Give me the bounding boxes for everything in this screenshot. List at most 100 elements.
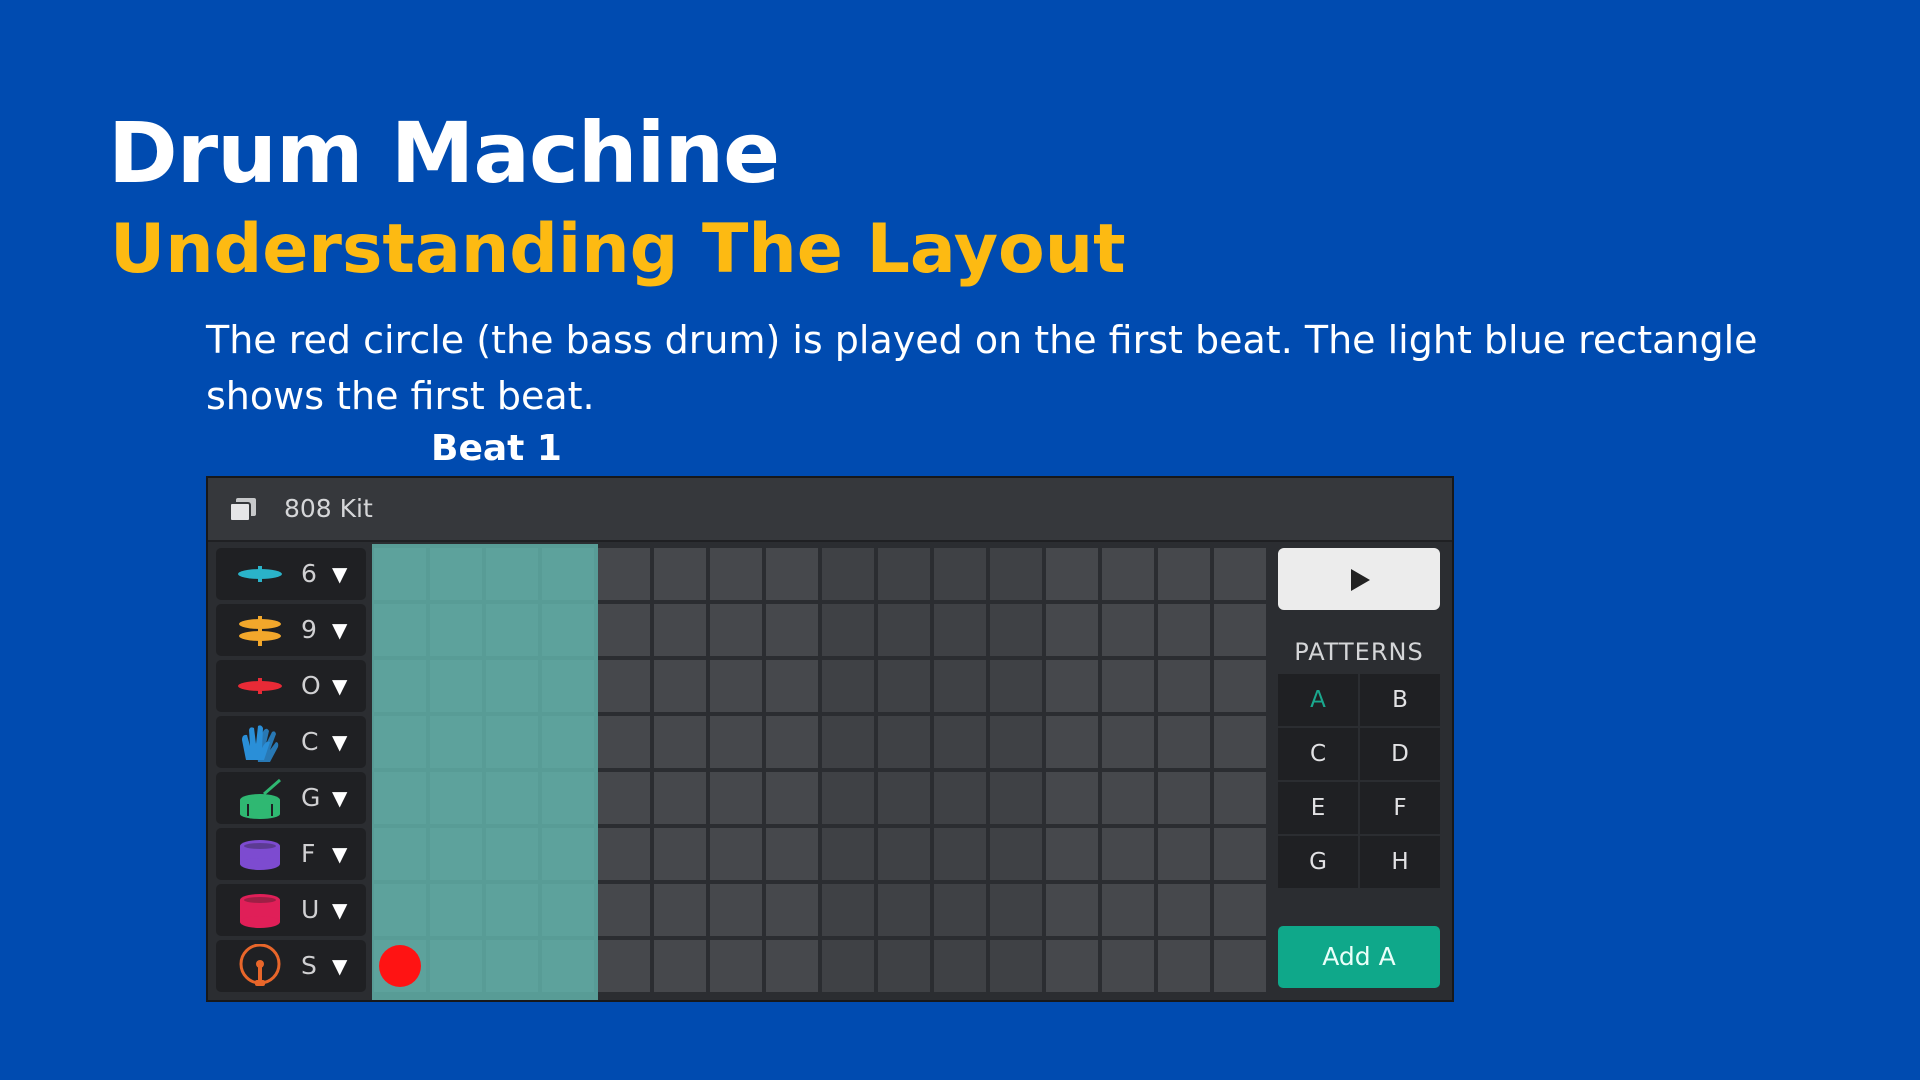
instrument-row-6[interactable]: 6 ▼ bbox=[216, 548, 366, 600]
step-cell[interactable] bbox=[822, 772, 874, 824]
pattern-b-button[interactable]: B bbox=[1360, 674, 1440, 726]
step-cell[interactable] bbox=[1214, 716, 1266, 768]
instrument-row-G[interactable]: G ▼ bbox=[216, 772, 366, 824]
active-step-dot[interactable] bbox=[379, 945, 421, 987]
step-cell[interactable] bbox=[934, 884, 986, 936]
step-cell[interactable] bbox=[710, 604, 762, 656]
add-pattern-button[interactable]: Add A bbox=[1278, 926, 1440, 988]
step-cell[interactable] bbox=[934, 548, 986, 600]
pattern-e-button[interactable]: E bbox=[1278, 782, 1358, 834]
pattern-f-button[interactable]: F bbox=[1360, 782, 1440, 834]
step-cell[interactable] bbox=[934, 716, 986, 768]
pattern-c-button[interactable]: C bbox=[1278, 728, 1358, 780]
step-cell[interactable] bbox=[934, 940, 986, 992]
step-cell[interactable] bbox=[1102, 828, 1154, 880]
step-cell[interactable] bbox=[1102, 604, 1154, 656]
step-cell[interactable] bbox=[1102, 884, 1154, 936]
dropdown-arrow-icon[interactable]: ▼ bbox=[332, 828, 347, 880]
step-cell[interactable] bbox=[822, 828, 874, 880]
step-cell[interactable] bbox=[1214, 604, 1266, 656]
step-cell[interactable] bbox=[878, 604, 930, 656]
step-cell[interactable] bbox=[1102, 716, 1154, 768]
dropdown-arrow-icon[interactable]: ▼ bbox=[332, 660, 347, 712]
step-cell[interactable] bbox=[822, 660, 874, 712]
step-cell[interactable] bbox=[990, 940, 1042, 992]
step-cell[interactable] bbox=[934, 604, 986, 656]
step-cell[interactable] bbox=[766, 716, 818, 768]
step-cell[interactable] bbox=[1158, 716, 1210, 768]
step-cell[interactable] bbox=[1102, 772, 1154, 824]
step-cell[interactable] bbox=[1046, 548, 1098, 600]
step-cell[interactable] bbox=[1214, 828, 1266, 880]
step-cell[interactable] bbox=[710, 940, 762, 992]
step-cell[interactable] bbox=[934, 660, 986, 712]
step-cell[interactable] bbox=[1046, 716, 1098, 768]
step-cell[interactable] bbox=[990, 716, 1042, 768]
step-cell[interactable] bbox=[822, 548, 874, 600]
step-cell[interactable] bbox=[1046, 940, 1098, 992]
step-cell[interactable] bbox=[1158, 940, 1210, 992]
step-cell[interactable] bbox=[878, 940, 930, 992]
step-cell[interactable] bbox=[598, 940, 650, 992]
pattern-d-button[interactable]: D bbox=[1360, 728, 1440, 780]
step-cell[interactable] bbox=[822, 940, 874, 992]
step-cell[interactable] bbox=[654, 828, 706, 880]
step-cell[interactable] bbox=[878, 660, 930, 712]
step-cell[interactable] bbox=[1046, 660, 1098, 712]
step-cell[interactable] bbox=[878, 716, 930, 768]
step-cell[interactable] bbox=[934, 772, 986, 824]
instrument-row-O[interactable]: O ▼ bbox=[216, 660, 366, 712]
dropdown-arrow-icon[interactable]: ▼ bbox=[332, 884, 347, 936]
step-cell[interactable] bbox=[1102, 940, 1154, 992]
step-cell[interactable] bbox=[878, 884, 930, 936]
step-cell[interactable] bbox=[990, 604, 1042, 656]
pattern-a-button[interactable]: A bbox=[1278, 674, 1358, 726]
step-cell[interactable] bbox=[1046, 828, 1098, 880]
step-cell[interactable] bbox=[598, 660, 650, 712]
instrument-row-S[interactable]: S ▼ bbox=[216, 940, 366, 992]
step-cell[interactable] bbox=[598, 884, 650, 936]
play-button[interactable] bbox=[1278, 548, 1440, 610]
step-cell[interactable] bbox=[1102, 548, 1154, 600]
step-cell[interactable] bbox=[1214, 660, 1266, 712]
instrument-row-U[interactable]: U ▼ bbox=[216, 884, 366, 936]
step-cell[interactable] bbox=[822, 884, 874, 936]
step-cell[interactable] bbox=[1214, 884, 1266, 936]
step-cell[interactable] bbox=[990, 772, 1042, 824]
kit-folder-icon[interactable] bbox=[228, 496, 258, 524]
step-cell[interactable] bbox=[654, 716, 706, 768]
instrument-row-F[interactable]: F ▼ bbox=[216, 828, 366, 880]
step-cell[interactable] bbox=[990, 548, 1042, 600]
step-cell[interactable] bbox=[1214, 940, 1266, 992]
dropdown-arrow-icon[interactable]: ▼ bbox=[332, 940, 347, 992]
kit-name[interactable]: 808 Kit bbox=[284, 478, 373, 540]
step-cell[interactable] bbox=[598, 716, 650, 768]
step-cell[interactable] bbox=[878, 548, 930, 600]
step-cell[interactable] bbox=[990, 660, 1042, 712]
step-cell[interactable] bbox=[654, 548, 706, 600]
dropdown-arrow-icon[interactable]: ▼ bbox=[332, 604, 347, 656]
step-cell[interactable] bbox=[710, 716, 762, 768]
step-cell[interactable] bbox=[822, 604, 874, 656]
step-cell[interactable] bbox=[878, 828, 930, 880]
pattern-g-button[interactable]: G bbox=[1278, 836, 1358, 888]
step-cell[interactable] bbox=[1046, 884, 1098, 936]
step-cell[interactable] bbox=[710, 548, 762, 600]
step-cell[interactable] bbox=[598, 828, 650, 880]
step-cell[interactable] bbox=[710, 884, 762, 936]
step-cell[interactable] bbox=[990, 884, 1042, 936]
step-cell[interactable] bbox=[1214, 772, 1266, 824]
step-cell[interactable] bbox=[1158, 660, 1210, 712]
step-cell[interactable] bbox=[990, 828, 1042, 880]
step-cell[interactable] bbox=[1158, 604, 1210, 656]
step-cell[interactable] bbox=[654, 884, 706, 936]
instrument-row-C[interactable]: C ▼ bbox=[216, 716, 366, 768]
step-cell[interactable] bbox=[766, 548, 818, 600]
step-cell[interactable] bbox=[654, 660, 706, 712]
step-cell[interactable] bbox=[766, 604, 818, 656]
step-cell[interactable] bbox=[598, 772, 650, 824]
step-cell[interactable] bbox=[1214, 548, 1266, 600]
step-cell[interactable] bbox=[1158, 548, 1210, 600]
dropdown-arrow-icon[interactable]: ▼ bbox=[332, 772, 347, 824]
step-cell[interactable] bbox=[766, 772, 818, 824]
